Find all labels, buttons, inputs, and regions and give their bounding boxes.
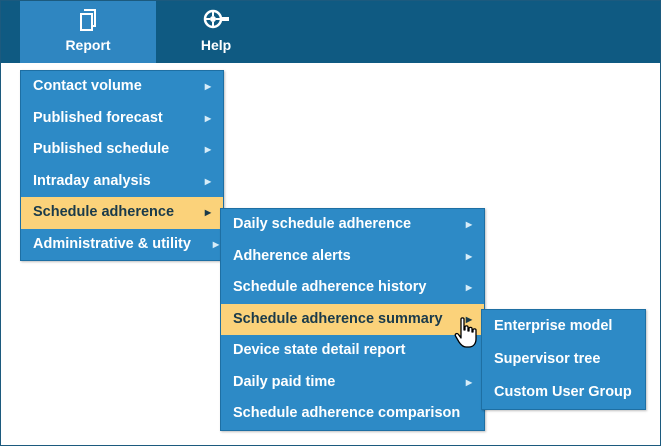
menu-item-label: Schedule adherence history [233,279,427,295]
menu-item-adherence-alerts[interactable]: Adherence alerts ▶ [221,241,484,273]
menu-item-label: Published schedule [33,141,170,157]
submenu-arrow-icon: ▶ [204,208,211,217]
report-menu-button[interactable]: Report [20,1,156,63]
menu-item-label: Intraday analysis [33,172,151,189]
submenu-arrow-icon: ▶ [465,251,472,261]
submenu-arrow-icon: ▶ [465,283,472,292]
menu-item-label: Supervisor tree [494,351,601,367]
submenu-arrow-icon: ▶ [204,145,211,154]
menu-item-schedule-adherence[interactable]: Schedule adherence ▶ [21,197,223,229]
submenu-arrow-icon: ▶ [465,377,472,387]
menu-item-label: Published forecast [33,109,163,126]
menu-item-label: Administrative & utility [33,235,191,252]
submenu-arrow-icon: ▶ [204,82,211,91]
menu-item-schedule-adherence-summary[interactable]: Schedule adherence summary ▶ [221,303,484,335]
submenu-arrow-icon: ▶ [204,176,211,186]
menu-item-custom-user-group[interactable]: Custom User Group [482,376,645,409]
menu-item-label: Schedule adherence summary [233,310,443,327]
menu-item-label: Custom User Group [494,384,632,400]
menu-item-schedule-adherence-history[interactable]: Schedule adherence history ▶ [221,272,484,304]
menu-item-contact-volume[interactable]: Contact volume ▶ [21,71,223,103]
menu-item-label: Daily paid time [233,373,336,390]
menu-item-label: Schedule adherence comparison [233,405,461,421]
menu-item-administrative-utility[interactable]: Administrative & utility ▶ [21,229,223,261]
help-menu-label: Help [200,37,232,53]
help-menu-button[interactable]: Help [181,1,251,63]
menu-item-published-forecast[interactable]: Published forecast ▶ [21,103,223,135]
document-icon [78,8,98,35]
menu-item-label: Contact volume [33,78,142,94]
submenu-arrow-icon: ▶ [204,113,211,123]
menu-item-device-state-detail-report[interactable]: Device state detail report [221,335,484,367]
menu-item-intraday-analysis[interactable]: Intraday analysis ▶ [21,166,223,198]
submenu-arrow-icon: ▶ [212,239,219,249]
menu-item-supervisor-tree[interactable]: Supervisor tree [482,343,645,376]
menu-item-label: Enterprise model [494,318,613,334]
help-wheel-icon [203,8,229,33]
adherence-summary-submenu: Enterprise model Supervisor tree Custom … [481,309,646,410]
menu-item-label: Daily schedule adherence [233,216,412,232]
menu-item-label: Device state detail report [233,342,406,358]
submenu-arrow-icon: ▶ [465,220,472,229]
menu-item-enterprise-model[interactable]: Enterprise model [482,310,645,343]
app-window: Report Help Contact volume ▶ Published f… [0,0,661,446]
menu-item-published-schedule[interactable]: Published schedule ▶ [21,134,223,166]
report-menu-label: Report [65,37,111,53]
menu-item-daily-paid-time[interactable]: Daily paid time ▶ [221,367,484,399]
hand-cursor-icon [454,316,480,355]
menu-item-label: Schedule adherence [33,204,175,220]
menu-item-schedule-adherence-comparison[interactable]: Schedule adherence comparison [221,398,484,430]
menu-item-label: Adherence alerts [233,247,351,264]
report-dropdown-menu: Contact volume ▶ Published forecast ▶ Pu… [20,70,224,261]
menu-item-daily-schedule-adherence[interactable]: Daily schedule adherence ▶ [221,209,484,241]
schedule-adherence-submenu: Daily schedule adherence ▶ Adherence ale… [220,208,485,431]
top-menu-bar: Report Help [1,1,660,63]
